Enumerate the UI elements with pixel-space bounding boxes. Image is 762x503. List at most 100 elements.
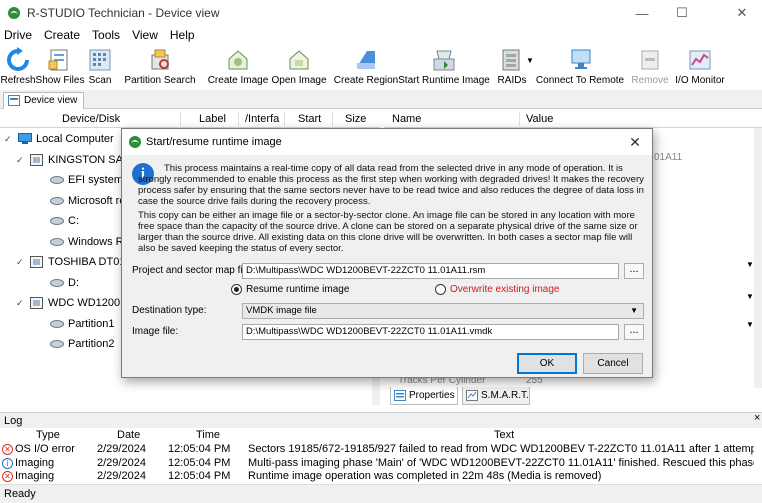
disk-icon — [30, 297, 43, 309]
menu-tools[interactable]: Tools — [86, 28, 126, 42]
remove-icon — [641, 50, 659, 70]
start-runtime-image-button[interactable]: Start Runtime Image — [398, 44, 490, 90]
tab-device-view[interactable]: Device view — [3, 92, 85, 109]
tab-properties[interactable]: Properties — [390, 387, 458, 405]
app-icon — [8, 7, 20, 19]
project-file-field[interactable]: D:\Multipass\WDC WD1200BEVT-22ZCT0 11.01… — [242, 263, 619, 279]
log-time: 12:05:04 PM — [168, 443, 231, 455]
dialog-description-1: This process maintains a real-time copy … — [138, 163, 644, 207]
partition-icon — [50, 278, 64, 287]
col-label[interactable]: Label — [199, 110, 226, 128]
raids-dropdown-icon[interactable]: ▼ — [526, 56, 534, 65]
scan-button[interactable]: Scan — [85, 44, 115, 90]
error-icon: ✕ — [2, 444, 13, 455]
tree-item-label: C: — [68, 215, 79, 227]
col-size[interactable]: Size — [345, 110, 366, 128]
partition-icon — [50, 319, 64, 328]
image-file-field[interactable]: D:\Multipass\WDC WD1200BEVT-22ZCT0 11.01… — [242, 324, 619, 340]
menu-view[interactable]: View — [126, 28, 164, 42]
properties-scrollbar[interactable] — [754, 128, 762, 388]
col-value[interactable]: Value — [526, 110, 553, 128]
tree-item-label: KINGSTON SA4 — [48, 153, 130, 166]
col-interface[interactable]: /Interfa — [245, 110, 279, 128]
log-text: Runtime image operation was completed in… — [248, 470, 602, 482]
tree-item-label: WDC WD1200B — [48, 297, 128, 309]
expand-chevron-icon[interactable]: ✓ — [4, 130, 14, 148]
log-row[interactable]: ✕ OS I/O error 2/29/2024 12:05:04 PM Sectors… — [0, 443, 762, 456]
log-row[interactable]: ✕ Imaging 2/29/2024 12:05:04 PM Runtime imag… — [0, 470, 762, 483]
cancel-button[interactable]: Cancel — [583, 353, 643, 374]
log-col-time[interactable]: Time — [196, 429, 220, 441]
dialog-title: Start/resume runtime image — [146, 136, 282, 148]
remove-button[interactable]: Remove — [631, 44, 669, 90]
close-log-icon[interactable]: × — [754, 412, 760, 424]
raids-icon — [502, 49, 520, 71]
disk-icon — [30, 153, 43, 166]
dialog-description-2: This copy can be either an image file or… — [138, 210, 638, 254]
view-tabstrip: Device view — [0, 90, 762, 109]
expand-chevron-icon[interactable]: ✓ — [16, 151, 26, 169]
menu-help[interactable]: Help — [164, 28, 201, 42]
create-region-button[interactable]: Create Region — [334, 44, 398, 90]
open-image-button[interactable]: Open Image — [271, 44, 327, 90]
io-monitor-button[interactable]: I/O Monitor — [672, 44, 728, 90]
connect-to-remote-icon — [571, 49, 591, 69]
log-col-date[interactable]: Date — [117, 429, 140, 441]
dropdown-arrow-icon[interactable]: ▼ — [746, 320, 754, 329]
chevron-down-icon: ▼ — [630, 306, 638, 315]
resume-radio[interactable]: Resume runtime image — [231, 284, 349, 296]
log-text: Multi-pass imaging phase 'Main' of 'WDC … — [248, 456, 754, 469]
partition-search-button[interactable]: Partition Search — [120, 44, 200, 90]
tree-item-label: Local Computer — [36, 133, 114, 145]
menu-bar: Drive Create Tools View Help — [0, 26, 762, 44]
overwrite-radio[interactable]: Overwrite existing image — [435, 284, 559, 296]
info-icon: i — [2, 457, 13, 469]
destination-type-select[interactable]: VMDK image file ▼ — [242, 303, 644, 319]
col-name[interactable]: Name — [392, 110, 421, 128]
col-device-disk[interactable]: Device/Disk — [62, 110, 120, 128]
close-window-button[interactable]: ✕ — [722, 0, 762, 26]
show-files-icon — [48, 49, 68, 71]
tree-item-label: D: — [68, 276, 79, 289]
log-time: 12:05:04 PM — [168, 456, 231, 469]
project-browse-button[interactable]: ... — [624, 263, 644, 279]
app-icon — [129, 136, 141, 148]
menu-create[interactable]: Create — [38, 28, 86, 42]
log-col-text[interactable]: Text — [494, 429, 514, 441]
tree-item-label: Microsoft re — [68, 194, 126, 207]
expand-chevron-icon[interactable]: ✓ — [16, 294, 26, 312]
dialog-close-button[interactable]: ✕ — [626, 129, 644, 155]
start-runtime-image-icon — [433, 50, 455, 71]
image-browse-button[interactable]: ... — [624, 324, 644, 340]
log-type: Imaging — [15, 470, 55, 482]
partition-search-icon — [151, 49, 169, 70]
ok-button[interactable]: OK — [517, 353, 577, 374]
show-files-button[interactable]: Show Files — [36, 44, 84, 90]
minimize-button[interactable]: — — [622, 0, 662, 26]
dropdown-arrow-icon[interactable]: ▼ — [746, 292, 754, 301]
io-monitor-icon — [689, 50, 711, 70]
dropdown-arrow-icon[interactable]: ▼ — [746, 260, 754, 269]
properties-header: Name Value — [384, 110, 762, 128]
create-image-button[interactable]: Create Image — [208, 44, 268, 90]
log-col-type[interactable]: Type — [36, 429, 60, 441]
log-row[interactable]: i Imaging 2/29/2024 12:05:04 PM Multi-pass i… — [0, 457, 762, 470]
refresh-button[interactable]: Refresh — [1, 44, 36, 90]
partition-icon — [50, 196, 64, 205]
smart-icon — [466, 390, 478, 401]
menu-drive[interactable]: Drive — [0, 28, 38, 42]
create-region-icon — [357, 51, 375, 69]
tab-smart[interactable]: S.M.A.R.T. — [462, 387, 530, 405]
computer-icon — [18, 133, 32, 144]
tree-item-label: Partition1 — [68, 317, 115, 330]
connect-to-remote-button[interactable]: Connect To Remote — [536, 44, 624, 90]
raids-button[interactable]: RAIDs — [492, 44, 532, 90]
partition-icon — [50, 237, 64, 246]
log-date: 2/29/2024 — [97, 470, 146, 482]
status-bar: Ready — [0, 484, 762, 503]
log-header: Type Date Time Text — [0, 428, 762, 442]
col-start[interactable]: Start — [298, 110, 321, 128]
expand-chevron-icon[interactable]: ✓ — [16, 253, 26, 271]
maximize-button[interactable]: ☐ — [662, 0, 702, 26]
dialog-titlebar: Start/resume runtime image ✕ — [122, 129, 652, 155]
